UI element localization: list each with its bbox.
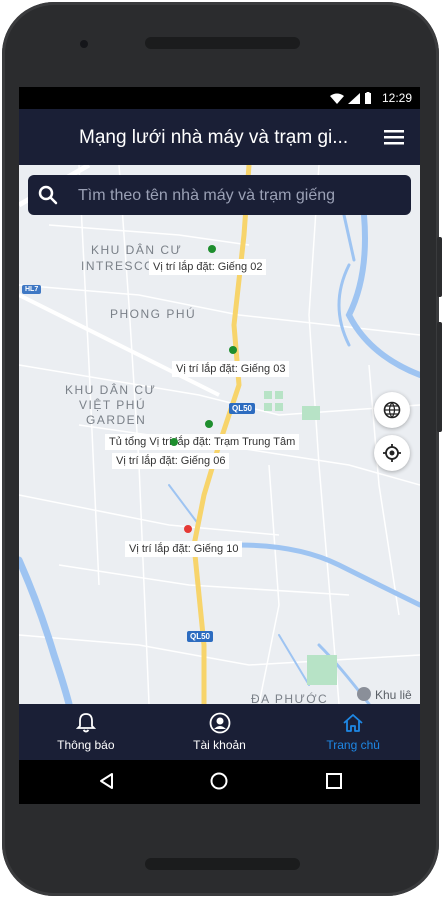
battery-icon bbox=[365, 92, 371, 104]
road-shield: QL50 bbox=[229, 403, 256, 414]
bottom-speaker bbox=[145, 858, 300, 870]
wifi-icon bbox=[330, 93, 344, 104]
status-icons bbox=[330, 92, 372, 104]
volume-button bbox=[437, 237, 442, 297]
station-marker[interactable] bbox=[205, 420, 213, 428]
area-label: VIỆT PHÚ bbox=[79, 398, 147, 412]
screen: 12:29 Mạng lưới nhà máy và trạm gi... KH… bbox=[19, 87, 420, 804]
area-label: PHONG PHÚ bbox=[110, 307, 197, 321]
well-marker[interactable] bbox=[208, 245, 216, 253]
road-shield: QL50 bbox=[187, 631, 214, 642]
page-title: Mạng lưới nhà máy và trạm gi... bbox=[79, 127, 349, 148]
recents-icon[interactable] bbox=[325, 772, 343, 790]
area-label: GARDEN bbox=[86, 413, 147, 427]
station-label: Tủ tổng Vị trí lắp đặt: Trạm Trung Tâm bbox=[105, 434, 300, 450]
status-bar: 12:29 bbox=[19, 87, 420, 109]
menu-icon[interactable] bbox=[384, 129, 404, 145]
place-pin-icon[interactable] bbox=[357, 687, 371, 701]
front-camera bbox=[80, 40, 88, 48]
area-label: INTRESCO bbox=[81, 259, 156, 273]
well-marker[interactable] bbox=[229, 346, 237, 354]
nav-notifications[interactable]: Thông báo bbox=[19, 704, 153, 760]
my-location-button[interactable] bbox=[374, 435, 410, 471]
earpiece-speaker bbox=[145, 37, 300, 49]
nav-label: Trang chủ bbox=[326, 738, 380, 752]
area-label: KHU DÂN CƯ bbox=[65, 383, 157, 397]
signal-icon bbox=[348, 92, 360, 104]
well-label: Vị trí lắp đặt: Giếng 06 bbox=[112, 453, 230, 469]
power-button bbox=[437, 322, 442, 432]
system-nav-bar bbox=[19, 760, 420, 804]
map-view[interactable]: KHU DÂN CƯ INTRESCO PHONG PHÚ KHU DÂN CƯ… bbox=[19, 165, 420, 704]
home-circle-icon[interactable] bbox=[210, 772, 228, 790]
clock: 12:29 bbox=[381, 91, 412, 105]
crosshair-icon bbox=[383, 444, 401, 462]
back-icon[interactable] bbox=[98, 772, 116, 790]
road-shield: HL7 bbox=[22, 285, 42, 294]
place-label: Khu liê bbox=[375, 688, 412, 702]
nav-home[interactable]: Trang chủ bbox=[286, 704, 420, 760]
layers-button[interactable] bbox=[374, 392, 410, 428]
area-label: KHU DÂN CƯ bbox=[91, 243, 183, 257]
well-label: Vị trí lắp đặt: Giếng 10 bbox=[125, 541, 243, 557]
bottom-nav: Thông báo Tài khoản Trang chủ bbox=[19, 704, 420, 760]
nav-label: Tài khoản bbox=[193, 738, 246, 752]
search-input[interactable] bbox=[76, 175, 400, 217]
well-marker[interactable] bbox=[170, 438, 178, 446]
app-bar: Mạng lưới nhà máy và trạm gi... bbox=[19, 109, 420, 165]
nav-label: Thông báo bbox=[57, 738, 115, 752]
home-icon bbox=[343, 714, 363, 732]
search-bar bbox=[28, 175, 411, 217]
globe-icon bbox=[383, 401, 401, 419]
area-label: ĐA PHƯỚC bbox=[251, 692, 329, 704]
bell-icon bbox=[75, 713, 96, 733]
nav-account[interactable]: Tài khoản bbox=[153, 704, 287, 760]
well-label: Vị trí lắp đặt: Giếng 03 bbox=[172, 361, 290, 377]
account-icon bbox=[209, 712, 230, 734]
alert-well-marker[interactable] bbox=[184, 525, 192, 533]
search-icon bbox=[38, 185, 58, 205]
well-label: Vị trí lắp đặt: Giếng 02 bbox=[149, 259, 267, 275]
